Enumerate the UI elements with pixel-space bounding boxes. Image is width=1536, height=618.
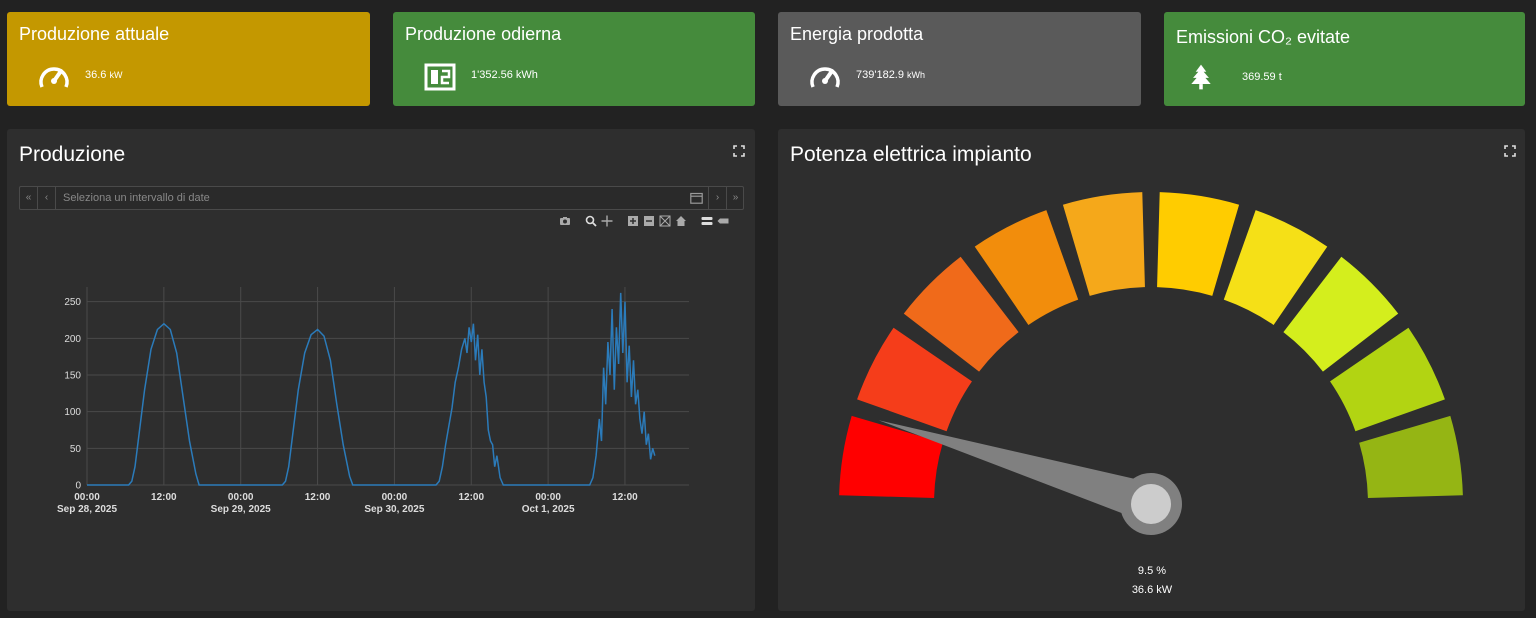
value-number: 36.6: [85, 69, 107, 81]
power-gauge: [839, 192, 1463, 535]
tile-title: Produzione odierna: [405, 24, 562, 44]
tile-value: 36.6 kW: [85, 69, 122, 81]
spike-lines-icon[interactable]: [701, 215, 713, 227]
value-unit: kWh: [907, 70, 926, 80]
gauge-segment: [839, 415, 943, 498]
production-panel: Produzione « ‹ Seleziona un intervallo d…: [7, 129, 755, 611]
tile-co2-avoided: Emissioni CO₂ evitate 369.59 t: [1164, 12, 1525, 106]
x-tick-time-label: 12:00: [612, 492, 638, 503]
home-icon[interactable]: [675, 215, 687, 227]
zoom-out-icon[interactable]: [643, 215, 655, 227]
prev-page-button[interactable]: ‹: [38, 187, 56, 209]
calendar-day-icon: [424, 63, 456, 91]
x-tick-time-label: 00:00: [382, 492, 408, 503]
x-tick-time-label: 12:00: [458, 492, 484, 503]
x-tick-date-label: Sep 28, 2025: [57, 504, 117, 515]
tile-today-production: Produzione odierna 1'352.56 kWh: [393, 12, 755, 106]
x-axis-ticks: 00:00Sep 28, 202512:00 00:00Sep 29, 20251…: [57, 492, 638, 515]
y-tick-label: 50: [70, 444, 82, 455]
value-number: 369.59 t: [1242, 71, 1282, 83]
tree-icon: [1191, 64, 1211, 90]
tile-energy-produced: Energia prodotta 739'182.9 kWh: [778, 12, 1141, 106]
y-tick-label: 150: [64, 371, 81, 382]
pan-icon[interactable]: [601, 215, 613, 227]
x-tick-time-label: 12:00: [305, 492, 331, 503]
hover-compare-icon[interactable]: [717, 215, 729, 227]
gauge-segment: [1062, 192, 1145, 296]
y-tick-label: 200: [64, 334, 81, 345]
zoom-icon[interactable]: [585, 215, 597, 227]
tile-title: Produzione attuale: [19, 24, 170, 44]
calendar-icon[interactable]: [690, 192, 703, 204]
value-unit: kW: [109, 70, 123, 80]
x-tick-time-label: 12:00: [151, 492, 177, 503]
date-range-input[interactable]: Seleziona un intervallo di date: [63, 187, 210, 209]
camera-icon[interactable]: [559, 215, 571, 227]
gauge-percent-label: 9.5 %: [1137, 565, 1167, 577]
panel-title: Produzione: [19, 143, 126, 166]
tile-value: 369.59 t: [1242, 71, 1282, 83]
y-tick-label: 0: [75, 481, 81, 492]
production-series-line: [87, 292, 656, 486]
y-tick-label: 250: [64, 297, 81, 308]
date-range-picker[interactable]: « ‹ Seleziona un intervallo di date › »: [19, 186, 744, 210]
speedometer-icon: [39, 67, 69, 88]
value-number: 1'352.56 kWh: [471, 69, 538, 81]
tile-title: Emissioni CO₂ evitate: [1176, 27, 1351, 47]
zoom-in-icon[interactable]: [627, 215, 639, 227]
value-number: 739'182.9: [856, 69, 904, 81]
gauge-segment: [1359, 415, 1463, 498]
x-tick-time-label: 00:00: [228, 492, 254, 503]
tile-title: Energia prodotta: [790, 24, 924, 44]
autoscale-icon[interactable]: [659, 215, 671, 227]
gauge-segment: [1157, 192, 1240, 296]
gauge-segments: [839, 192, 1463, 498]
y-axis-ticks: 0 50 100 150 200 250: [64, 297, 81, 491]
x-tick-date-label: Sep 29, 2025: [211, 504, 271, 515]
x-tick-date-label: Oct 1, 2025: [522, 504, 575, 515]
x-tick-time-label: 00:00: [535, 492, 561, 503]
first-page-button[interactable]: «: [20, 187, 38, 209]
y-tick-label: 100: [64, 407, 81, 418]
next-page-button[interactable]: ›: [708, 187, 726, 209]
plot-toolbar: [559, 215, 749, 229]
tile-value: 739'182.9 kWh: [856, 69, 925, 81]
gauge-power-label: 36.6 kW: [1131, 584, 1173, 596]
power-gauge-panel: Potenza elettrica impianto 9.5 % 36.6 kW: [778, 129, 1525, 611]
production-chart[interactable]: 050100150200250 00:00Sep 28, 202512:00 00…: [27, 279, 747, 559]
expand-icon[interactable]: [733, 145, 745, 157]
gauge-hub-center: [1131, 484, 1171, 524]
x-tick-date-label: Sep 30, 2025: [364, 504, 424, 515]
tile-value: 1'352.56 kWh: [471, 69, 538, 81]
chart-grid: [86, 287, 689, 486]
tile-current-production: Produzione attuale 36.6 kW: [7, 12, 370, 106]
last-page-button[interactable]: »: [726, 187, 744, 209]
speedometer-icon: [810, 67, 840, 88]
x-tick-time-label: 00:00: [74, 492, 100, 503]
